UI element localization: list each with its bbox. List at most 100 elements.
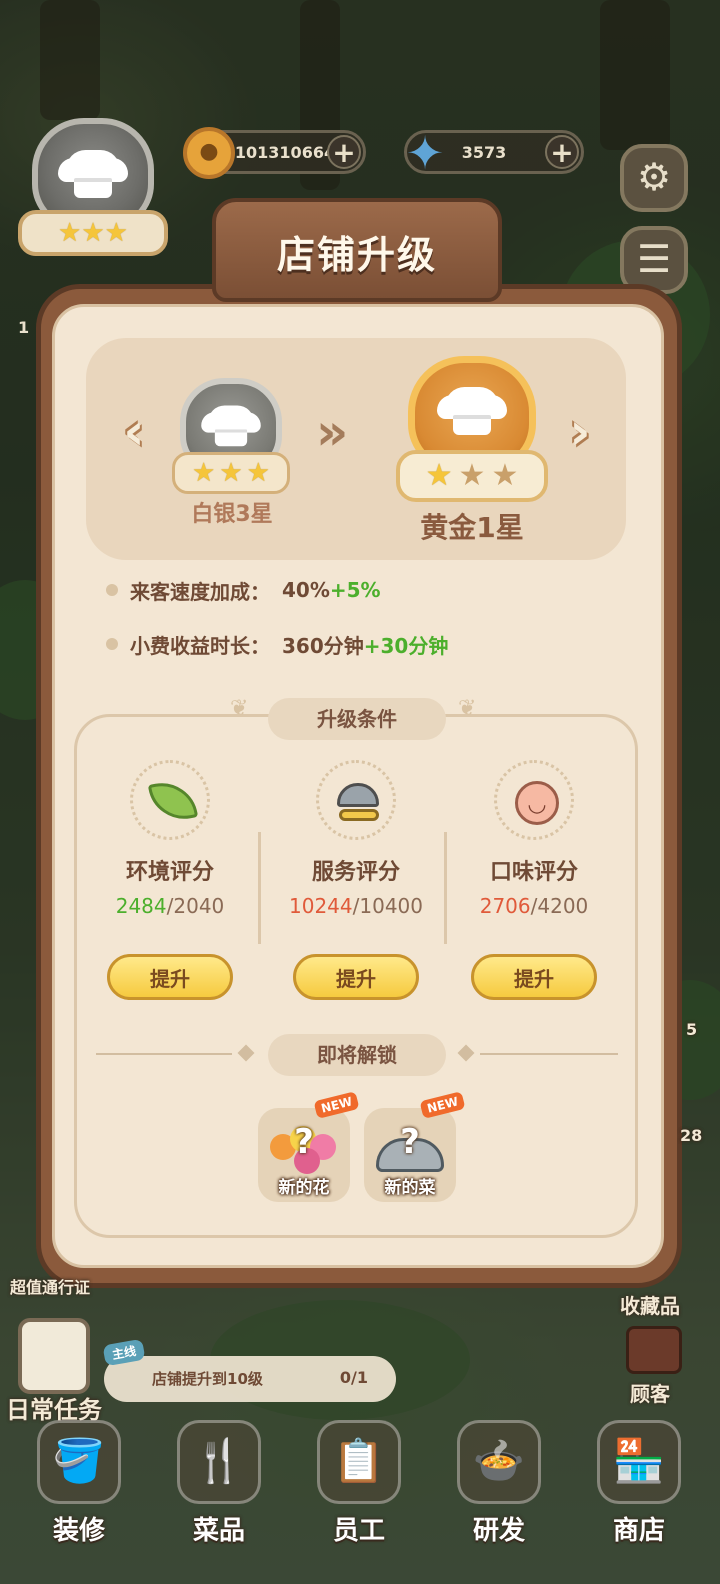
main-quest-bar[interactable]: 主线 店铺提升到10级 0/1: [102, 1338, 396, 1402]
next-rank-arrow-icon[interactable]: ›: [556, 406, 604, 458]
double-chevron-right-icon: »: [316, 403, 349, 461]
stat-customer-speed: 来客速度加成： 40% +5%: [106, 574, 381, 606]
star-icon: ★: [219, 458, 243, 488]
tab-decorate[interactable]: 🪣 装修: [24, 1420, 134, 1570]
gem-counter: ✦ 3573 +: [404, 127, 584, 179]
chef-hat-icon: [208, 405, 254, 447]
rank-stars: ★★★: [18, 210, 168, 256]
tab-label: 装修: [52, 1516, 105, 1546]
pass-label[interactable]: 超值通行证: [10, 1274, 90, 1298]
stat-label: 来客速度加成：: [130, 579, 270, 604]
chef-hat-icon: [445, 387, 499, 435]
star-empty-icon: ★: [458, 458, 486, 493]
yummy-face-icon: [515, 781, 559, 825]
next-rank-badge: ★ ★ ★: [394, 356, 550, 506]
star-empty-icon: ★: [491, 458, 519, 493]
tab-research[interactable]: 🍲 研发: [444, 1420, 554, 1570]
blue-gem-icon: ✦: [405, 126, 445, 180]
boost-service-button[interactable]: 提升: [293, 954, 419, 1000]
serving-hand-icon: [339, 809, 379, 821]
customers-book-icon[interactable]: [626, 1326, 682, 1374]
dialog-title: 店铺升级: [276, 233, 437, 277]
current-rank-badge: ★ ★ ★: [172, 378, 290, 498]
customers-button[interactable]: 顾客: [630, 1378, 670, 1407]
req-title: 服务评分: [311, 860, 400, 885]
gem-amount: 3573: [461, 142, 507, 162]
boost-taste-button[interactable]: 提升: [471, 954, 597, 1000]
req-service: 服务评分 10244/10400 提升: [276, 760, 436, 1000]
unlock-new-dish[interactable]: ? NEW 新的菜: [364, 1091, 466, 1202]
next-rank-label: 黄金1星: [420, 511, 524, 544]
unlock-label: 新的花: [278, 1178, 330, 1198]
stat-value: 360分钟: [282, 633, 364, 658]
stat-tip-duration: 小费收益时长： 360分钟 +30分钟: [106, 628, 448, 660]
collection-button[interactable]: 收藏品: [620, 1290, 680, 1319]
dialog-title-plate: 店铺升级: [212, 198, 502, 302]
settings-button[interactable]: ⚙: [620, 144, 688, 212]
req-progress: 2706/4200: [454, 894, 614, 918]
question-mark: ?: [400, 1122, 420, 1162]
tab-label: 员工: [332, 1516, 385, 1546]
req-current: 2484: [115, 894, 167, 918]
req-progress: 2484/2040: [90, 894, 250, 918]
side-left-number: 1: [18, 318, 30, 337]
swirl-ornament-icon: ❦: [230, 696, 249, 721]
star-icon: ★: [192, 458, 216, 488]
shop-rank-badge[interactable]: ★★★: [18, 118, 168, 258]
add-coins-button[interactable]: +: [327, 135, 361, 169]
tab-label: 研发: [472, 1516, 525, 1546]
req-current: 2706: [479, 894, 531, 918]
paint-bucket-icon: 🪣: [37, 1420, 121, 1504]
req-title: 口味评分: [489, 860, 578, 885]
coin-paw-icon: ●: [183, 127, 235, 179]
list-icon: ☰: [636, 237, 672, 281]
staff-clipboard-icon: 📋: [317, 1420, 401, 1504]
utensils-icon: 🍴: [177, 1420, 261, 1504]
coin-amount: 101310664: [234, 142, 336, 162]
current-rank-label: 白银3星: [191, 502, 273, 527]
unlock-new-flower[interactable]: ? NEW 新的花: [258, 1091, 360, 1202]
req-target: /2040: [166, 894, 225, 918]
stat-label: 小费收益时长：: [130, 633, 270, 658]
req-progress: 10244/10400: [276, 894, 436, 918]
unlock-heading: 即将解锁: [268, 1034, 446, 1076]
tab-shop[interactable]: 🏪 商店: [584, 1420, 694, 1570]
daily-task-clipboard-icon[interactable]: [18, 1318, 90, 1394]
req-environment: 环境评分 2484/2040 提升: [90, 760, 250, 1000]
side-right-number: 28: [680, 1126, 703, 1145]
boost-environment-button[interactable]: 提升: [107, 954, 233, 1000]
column-divider: [258, 832, 261, 944]
cloche-icon: [337, 783, 379, 807]
bullet-dot: [106, 638, 118, 650]
bullet-dot: [106, 584, 118, 596]
tab-staff[interactable]: 📋 员工: [304, 1420, 414, 1570]
stat-value: 40%: [282, 578, 330, 602]
add-gems-button[interactable]: +: [545, 135, 579, 169]
req-icon-frame: [130, 760, 210, 840]
req-target: /4200: [530, 894, 589, 918]
req-icon-frame: [316, 760, 396, 840]
shop-icon: 🏪: [597, 1420, 681, 1504]
coin-counter: ● 101310664 +: [183, 127, 366, 179]
quest-text: 店铺提升到10级: [152, 1370, 263, 1388]
star-icon: ★★★: [58, 218, 128, 248]
prev-rank-arrow-icon[interactable]: ‹: [110, 406, 158, 458]
tab-dishes[interactable]: 🍴 菜品: [164, 1420, 274, 1570]
quest-progress: 0/1: [339, 1368, 368, 1387]
unlock-label: 新的菜: [384, 1178, 436, 1198]
cooking-pot-icon: 🍲: [457, 1420, 541, 1504]
stat-gain: +5%: [329, 578, 381, 602]
swirl-ornament-icon: ❦: [458, 696, 477, 721]
req-taste: 口味评分 2706/4200 提升: [454, 760, 614, 1000]
tab-label: 菜品: [192, 1516, 245, 1546]
leaf-icon: [147, 777, 199, 825]
column-divider: [444, 832, 447, 944]
requirements-heading: 升级条件: [268, 698, 446, 740]
current-rank-stars: ★ ★ ★: [172, 452, 290, 494]
gear-icon: ⚙: [636, 155, 672, 199]
divider-line: [480, 1053, 618, 1055]
req-icon-frame: [494, 760, 574, 840]
next-rank-stars: ★ ★ ★: [396, 450, 548, 502]
req-target: /10400: [352, 894, 423, 918]
star-icon: ★: [425, 458, 453, 493]
